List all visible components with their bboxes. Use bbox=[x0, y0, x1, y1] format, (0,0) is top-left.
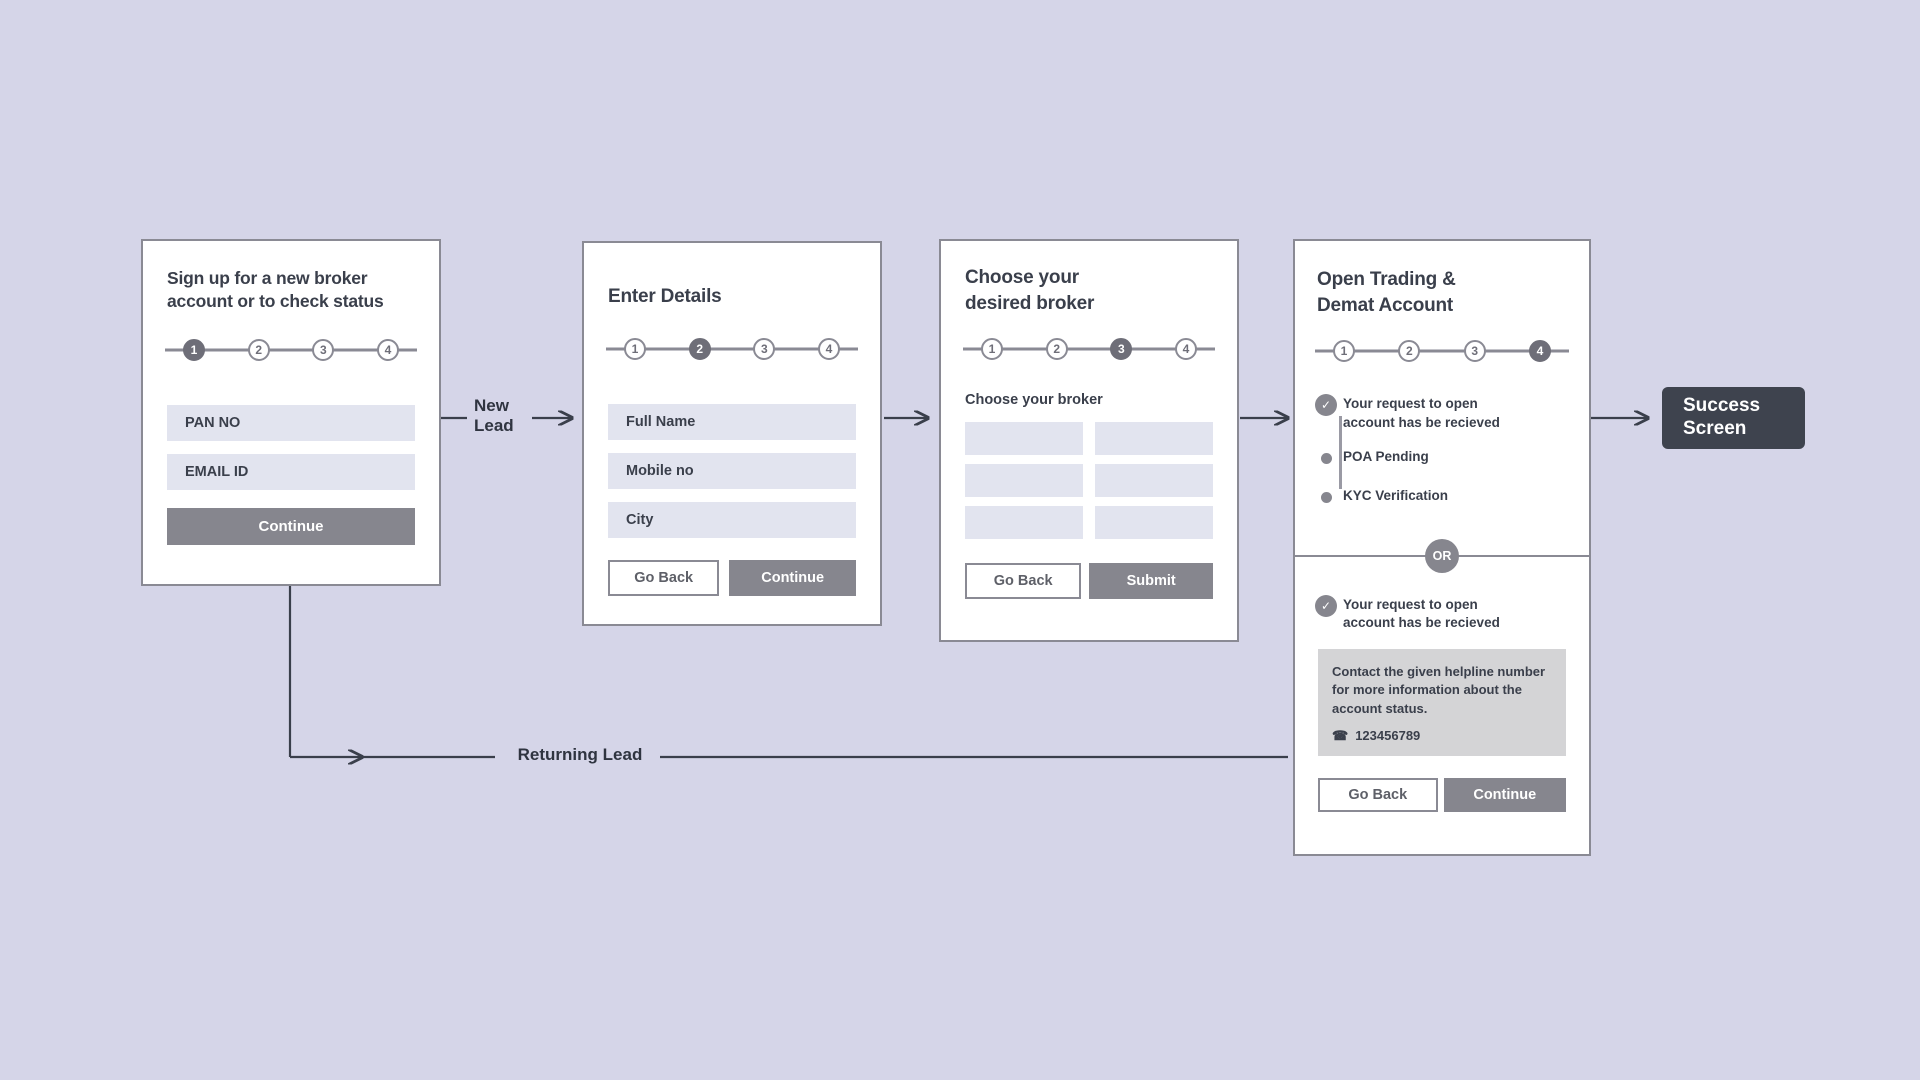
step-2[interactable]: 2 bbox=[688, 337, 711, 360]
step-3[interactable]: 3 bbox=[753, 337, 776, 360]
status-item-label: POA Pending bbox=[1343, 448, 1429, 464]
status-line-1: Your request to open bbox=[1343, 597, 1478, 613]
step-1[interactable]: 1 bbox=[624, 337, 646, 360]
or-badge: OR bbox=[1425, 539, 1459, 574]
step-2[interactable]: 2 bbox=[1045, 338, 1068, 361]
new-lead-line-1: New bbox=[474, 396, 509, 415]
status-item-request-received-alt: ✓ Your request to open account has be re… bbox=[1309, 595, 1569, 632]
account-status-timeline: ✓ Your request to open account has be re… bbox=[1309, 394, 1569, 505]
step-4[interactable]: 4 bbox=[376, 338, 399, 361]
details-button-row: Go Back Continue bbox=[608, 559, 856, 596]
broker-tile[interactable] bbox=[1095, 422, 1213, 456]
helpline-phone-number: 123456789 bbox=[1355, 728, 1421, 744]
status-line-2: account has be recieved bbox=[1343, 615, 1500, 631]
status-item-label: Your request to open account has be reci… bbox=[1343, 394, 1500, 431]
step-4[interactable]: 4 bbox=[1528, 340, 1551, 363]
card-enter-details: Enter Details 1 2 3 4 Full Name Mobile n… bbox=[582, 241, 882, 626]
flow-label-new-lead: New Lead bbox=[474, 396, 534, 437]
card-open-account: Open Trading & Demat Account 1 2 3 4 ✓ Y… bbox=[1293, 239, 1591, 856]
phone-icon: ☎ bbox=[1332, 727, 1349, 743]
status-bullet-col bbox=[1309, 448, 1343, 464]
check-icon: ✓ bbox=[1315, 394, 1337, 417]
step-2[interactable]: 2 bbox=[1398, 340, 1421, 363]
status-item-kyc-verification: KYC Verification bbox=[1309, 487, 1569, 505]
broker-section-label: Choose your broker bbox=[965, 392, 1103, 409]
step-1[interactable]: 1 bbox=[981, 338, 1003, 361]
new-lead-line-2: Lead bbox=[474, 416, 514, 436]
broker-title-line-2: desired broker bbox=[965, 292, 1095, 314]
step-1[interactable]: 1 bbox=[1333, 340, 1355, 363]
broker-tile[interactable] bbox=[965, 464, 1083, 498]
check-icon: ✓ bbox=[1315, 595, 1337, 618]
email-id-field[interactable]: EMAIL ID bbox=[167, 453, 415, 490]
account-go-back-button[interactable]: Go Back bbox=[1318, 777, 1438, 812]
step-3[interactable]: 3 bbox=[1463, 340, 1486, 363]
card-signup: Sign up for a new broker account or to c… bbox=[141, 239, 441, 586]
details-stepper: 1 2 3 4 bbox=[606, 332, 858, 366]
pan-no-field[interactable]: PAN NO bbox=[167, 404, 415, 441]
step-4[interactable]: 4 bbox=[1174, 338, 1197, 361]
flow-label-returning-lead: Returning Lead bbox=[517, 745, 643, 764]
step-4[interactable]: 4 bbox=[817, 337, 840, 360]
account-title-line-1: Open Trading & bbox=[1317, 269, 1456, 290]
account-title: Open Trading & Demat Account bbox=[1317, 267, 1567, 318]
status-bullet-col: ✓ bbox=[1309, 595, 1343, 618]
broker-stepper: 1 2 3 4 bbox=[963, 332, 1215, 366]
status-line-1: Your request to open bbox=[1343, 396, 1478, 412]
step-1[interactable]: 1 bbox=[183, 338, 205, 361]
account-title-line-2: Demat Account bbox=[1317, 294, 1454, 316]
success-line-1: Success bbox=[1683, 395, 1761, 417]
status-item-request-received: ✓ Your request to open account has be re… bbox=[1309, 394, 1569, 431]
broker-title: Choose your desired broker bbox=[965, 265, 1213, 316]
details-continue-button[interactable]: Continue bbox=[729, 559, 856, 596]
broker-tile[interactable] bbox=[965, 422, 1083, 456]
helpline-text: Contact the given helpline number for mo… bbox=[1332, 663, 1546, 716]
signup-continue-button[interactable]: Continue bbox=[167, 507, 415, 545]
dot-icon bbox=[1320, 452, 1332, 464]
status-item-label: KYC Verification bbox=[1343, 487, 1449, 503]
helpline-box: Contact the given helpline number for mo… bbox=[1318, 648, 1566, 756]
step-2[interactable]: 2 bbox=[247, 338, 270, 361]
full-name-field[interactable]: Full Name bbox=[608, 403, 856, 440]
status-item-label: Your request to open account has be reci… bbox=[1343, 595, 1500, 632]
mobile-no-field[interactable]: Mobile no bbox=[608, 452, 856, 489]
details-title: Enter Details bbox=[608, 286, 722, 307]
account-stepper: 1 2 3 4 bbox=[1315, 334, 1569, 368]
dot-icon bbox=[1320, 491, 1332, 503]
broker-button-row: Go Back Submit bbox=[965, 563, 1213, 600]
broker-tile[interactable] bbox=[1095, 506, 1213, 540]
account-continue-button[interactable]: Continue bbox=[1443, 777, 1566, 812]
broker-tile[interactable] bbox=[965, 506, 1083, 540]
account-button-row: Go Back Continue bbox=[1318, 777, 1566, 812]
broker-title-line-1: Choose your bbox=[965, 267, 1079, 288]
helpline-phone[interactable]: ☎ 123456789 bbox=[1332, 728, 1552, 744]
status-bullet-col bbox=[1309, 487, 1343, 503]
success-screen-node[interactable]: Success Screen bbox=[1662, 387, 1805, 449]
status-line-2: account has be recieved bbox=[1343, 414, 1500, 430]
signup-stepper: 1 2 3 4 bbox=[165, 333, 417, 367]
or-divider-wrap: OR bbox=[1295, 539, 1589, 574]
city-field[interactable]: City bbox=[608, 501, 856, 538]
wireframe-canvas: New Lead Returning Lead Sign up for a ne… bbox=[0, 0, 1920, 1080]
broker-tile[interactable] bbox=[1095, 464, 1213, 498]
success-line-2: Screen bbox=[1683, 418, 1747, 439]
status-bullet-col: ✓ bbox=[1309, 394, 1343, 417]
signup-title: Sign up for a new broker account or to c… bbox=[167, 268, 384, 311]
broker-grid bbox=[965, 422, 1213, 540]
success-screen-label: Success Screen bbox=[1683, 395, 1760, 441]
broker-submit-button[interactable]: Submit bbox=[1089, 563, 1213, 600]
status-item-poa-pending: POA Pending bbox=[1309, 448, 1569, 466]
step-3[interactable]: 3 bbox=[312, 338, 335, 361]
step-3[interactable]: 3 bbox=[1110, 338, 1133, 361]
details-go-back-button[interactable]: Go Back bbox=[608, 559, 720, 596]
broker-go-back-button[interactable]: Go Back bbox=[965, 563, 1082, 600]
card-choose-broker: Choose your desired broker 1 2 3 4 Choos… bbox=[939, 239, 1239, 642]
